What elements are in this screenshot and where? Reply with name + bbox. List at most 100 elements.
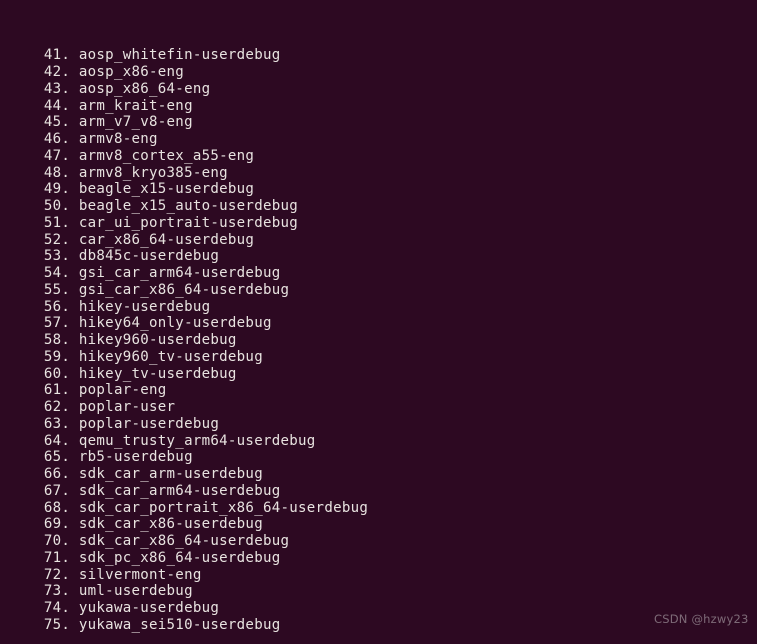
menu-item-number: 60.	[43, 365, 71, 382]
row-gap	[70, 550, 79, 566]
menu-item-number: 48.	[43, 164, 71, 181]
row-gap	[70, 98, 79, 114]
row-indent	[0, 382, 44, 398]
row-gap	[70, 265, 79, 281]
menu-item-target: db845c-userdebug	[78, 248, 220, 265]
menu-item-row: 58. hikey960-userdebug	[0, 332, 757, 349]
row-indent	[0, 416, 44, 432]
menu-item-target: gsi_car_arm64-userdebug	[78, 265, 281, 281]
row-gap	[70, 583, 79, 599]
menu-item-target: sdk_pc_x86_64-userdebug	[78, 549, 281, 566]
menu-item-target: hikey64_only-userdebug	[78, 315, 272, 332]
row-indent	[0, 98, 44, 114]
row-indent	[0, 64, 44, 80]
menu-item-row: 42. aosp_x86-eng	[0, 64, 757, 81]
menu-item-row: 52. car_x86_64-userdebug	[0, 232, 757, 249]
menu-item-number: 75.	[43, 616, 71, 633]
menu-item-row: 56. hikey-userdebug	[0, 299, 757, 316]
row-indent	[0, 148, 44, 164]
menu-item-row: 60. hikey_tv-userdebug	[0, 366, 757, 383]
menu-item-number: 56.	[43, 298, 71, 315]
row-indent	[0, 500, 44, 516]
menu-item-target: arm_krait-eng	[78, 97, 193, 114]
menu-item-target: poplar-user	[78, 399, 176, 415]
menu-item-target: poplar-userdebug	[78, 415, 220, 432]
menu-item-target: aosp_x86_64-eng	[78, 80, 211, 97]
menu-item-number: 65.	[43, 449, 71, 466]
menu-item-number: 61.	[43, 382, 71, 399]
row-indent	[0, 433, 44, 449]
terminal-screen[interactable]: 41. aosp_whitefin-userdebug 42. aosp_x86…	[0, 0, 757, 644]
menu-item-number: 66.	[43, 466, 71, 482]
row-gap	[70, 516, 79, 532]
menu-item-row: 51. car_ui_portrait-userdebug	[0, 215, 757, 232]
row-gap	[70, 533, 79, 549]
row-indent	[0, 349, 44, 365]
row-gap	[70, 349, 79, 365]
menu-item-number: 49.	[43, 181, 71, 198]
menu-item-row: 50. beagle_x15_auto-userdebug	[0, 198, 757, 215]
menu-item-row: 64. qemu_trusty_arm64-userdebug	[0, 433, 757, 450]
menu-item-number: 62.	[43, 399, 71, 415]
row-gap	[70, 315, 79, 331]
row-gap	[70, 416, 79, 432]
menu-item-number: 63.	[43, 415, 71, 432]
row-indent	[0, 299, 44, 315]
row-indent	[0, 583, 44, 599]
menu-item-row: 74. yukawa-userdebug	[0, 600, 757, 617]
row-indent	[0, 81, 44, 97]
menu-item-number: 50.	[43, 198, 71, 214]
menu-item-number: 42.	[43, 64, 71, 80]
row-gap	[70, 232, 79, 248]
menu-item-row: 72. silvermont-eng	[0, 567, 757, 584]
row-indent	[0, 165, 44, 181]
row-gap	[70, 215, 79, 231]
menu-item-number: 73.	[43, 583, 71, 600]
row-indent	[0, 366, 44, 382]
menu-item-target: sdk_car_portrait_x86_64-userdebug	[78, 499, 369, 516]
menu-item-row: 62. poplar-user	[0, 399, 757, 416]
menu-item-target: car_x86_64-userdebug	[78, 231, 255, 248]
row-indent	[0, 567, 44, 583]
menu-item-target: silvermont-eng	[78, 566, 202, 583]
menu-item-target: hikey960-userdebug	[78, 332, 237, 348]
menu-item-target: arm_v7_v8-eng	[78, 114, 193, 131]
menu-item-row: 44. arm_krait-eng	[0, 98, 757, 115]
menu-item-row: 71. sdk_pc_x86_64-userdebug	[0, 550, 757, 567]
menu-item-number: 52.	[43, 231, 71, 248]
menu-item-row: 41. aosp_whitefin-userdebug	[0, 47, 757, 64]
menu-item-row: 47. armv8_cortex_a55-eng	[0, 148, 757, 165]
menu-item-row: 68. sdk_car_portrait_x86_64-userdebug	[0, 500, 757, 517]
menu-item-number: 53.	[43, 248, 71, 265]
row-gap	[70, 165, 79, 181]
row-indent	[0, 232, 44, 248]
row-indent	[0, 483, 44, 499]
lunch-menu-list: 41. aosp_whitefin-userdebug 42. aosp_x86…	[0, 47, 757, 633]
menu-item-number: 68.	[43, 499, 71, 516]
row-gap	[70, 148, 79, 164]
menu-item-number: 64.	[43, 432, 71, 449]
row-gap	[70, 600, 79, 616]
menu-item-target: aosp_whitefin-userdebug	[78, 47, 281, 64]
menu-item-target: sdk_car_x86_64-userdebug	[78, 533, 290, 549]
row-gap	[70, 332, 79, 348]
menu-item-target: aosp_x86-eng	[78, 64, 185, 80]
menu-item-row: 48. armv8_kryo385-eng	[0, 165, 757, 182]
menu-item-number: 55.	[43, 281, 71, 298]
menu-item-target: uml-userdebug	[78, 583, 193, 600]
menu-item-target: yukawa_sei510-userdebug	[78, 616, 281, 633]
menu-item-number: 46.	[43, 131, 71, 147]
menu-item-number: 71.	[43, 549, 71, 566]
row-indent	[0, 315, 44, 331]
row-gap	[70, 433, 79, 449]
menu-item-target: hikey_tv-userdebug	[78, 365, 237, 382]
menu-item-number: 70.	[43, 533, 71, 549]
menu-item-number: 57.	[43, 315, 71, 332]
row-indent	[0, 215, 44, 231]
menu-item-row: 61. poplar-eng	[0, 382, 757, 399]
row-gap	[70, 81, 79, 97]
row-gap	[70, 131, 79, 147]
row-indent	[0, 600, 44, 616]
row-indent	[0, 47, 44, 63]
menu-item-row: 59. hikey960_tv-userdebug	[0, 349, 757, 366]
